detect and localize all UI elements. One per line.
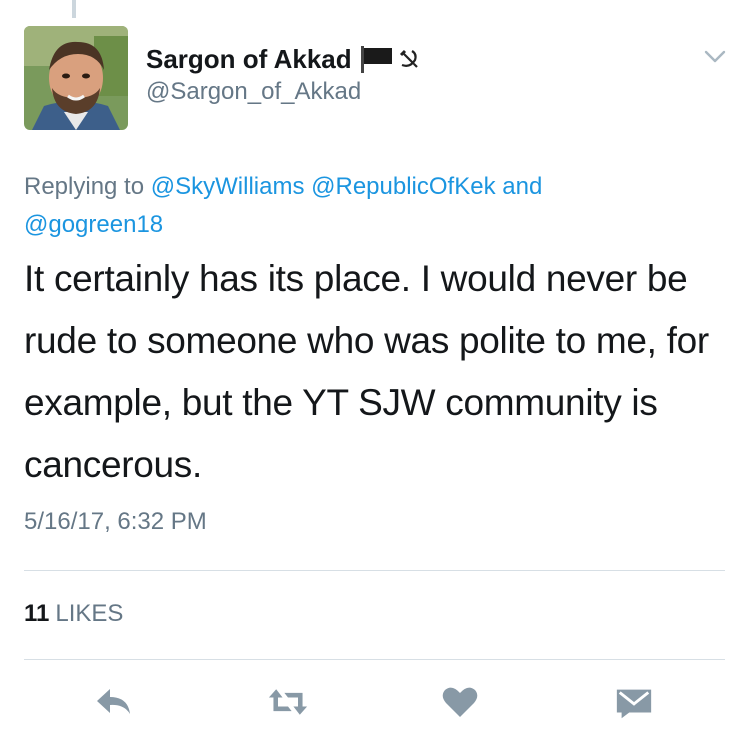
author-display-name[interactable]: Sargon of Akkad [146, 44, 352, 75]
hammer-and-sickle-icon [398, 48, 420, 70]
replying-to-label: Replying to [24, 173, 145, 200]
reply-icon [97, 689, 130, 714]
heart-icon [442, 687, 478, 717]
divider [24, 570, 725, 571]
likes-stat[interactable]: 11 LIKES [24, 600, 123, 628]
black-flag-icon [360, 45, 394, 73]
retweet-button[interactable] [268, 684, 308, 720]
author-handle[interactable]: @Sargon_of_Akkad [146, 78, 361, 106]
like-button[interactable] [440, 684, 480, 720]
mention-link[interactable]: @gogreen18 [24, 211, 163, 238]
retweet-icon [268, 689, 308, 715]
likes-count: 11 [24, 600, 50, 627]
likes-label: LIKES [55, 600, 124, 627]
mention-link[interactable]: @SkyWilliams [151, 173, 305, 200]
replying-to-and[interactable]: and [502, 173, 542, 200]
author-name-row[interactable]: Sargon of Akkad [146, 42, 420, 76]
reply-button[interactable] [94, 684, 134, 720]
avatar-photo [24, 26, 128, 130]
reply-context: Replying to @SkyWilliams @RepublicOfKek … [24, 168, 724, 244]
tweet-timestamp[interactable]: 5/16/17, 6:32 PM [24, 508, 207, 536]
divider [24, 659, 725, 660]
envelope-icon [616, 689, 652, 719]
thread-connector-line [72, 0, 76, 18]
direct-message-button[interactable] [614, 684, 654, 720]
tweet-text: It certainly has its place. I would neve… [24, 258, 709, 485]
avatar[interactable] [24, 26, 128, 130]
chevron-down-icon[interactable] [704, 50, 726, 64]
mention-link[interactable]: @RepublicOfKek [311, 173, 495, 200]
